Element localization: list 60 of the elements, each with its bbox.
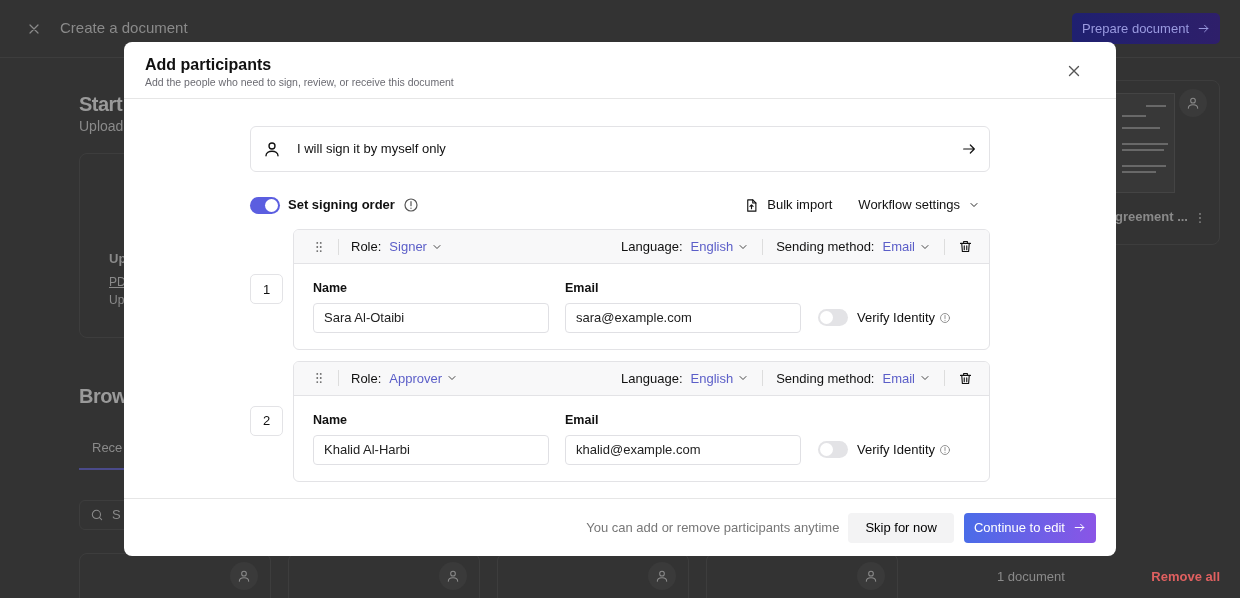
page-title: Create a document [60, 18, 188, 39]
trash-icon[interactable] [958, 370, 973, 386]
arrow-icon [961, 141, 977, 157]
language-dropdown[interactable]: English [690, 368, 750, 388]
person-icon [655, 569, 669, 583]
signing-order-label: Set signing order [288, 196, 395, 215]
info-icon [939, 443, 952, 456]
upload-note: Up [109, 291, 126, 309]
self-sign-option[interactable]: I will sign it by myself only [250, 126, 990, 172]
trash-icon[interactable] [958, 239, 973, 254]
name-field[interactable]: Khalid Al-Harbi [313, 434, 549, 465]
verify-identity-label: Verify Identity [857, 440, 936, 459]
person-icon [263, 140, 281, 158]
verify-identity-toggle[interactable] [818, 441, 848, 458]
role-dropdown[interactable]: Signer [389, 236, 443, 257]
dialog-subtitle: Add the people who need to sign, review, or receive this document [145, 75, 455, 90]
info-icon [939, 311, 952, 324]
file-upload-icon [744, 197, 760, 213]
name-label: Name [313, 280, 349, 297]
remove-all-link[interactable]: Remove all [1151, 567, 1220, 587]
name-label: Name [313, 411, 349, 429]
email-label: Email [565, 280, 600, 297]
continue-button[interactable]: Continue to edit [963, 512, 1096, 543]
arrow-icon [1197, 22, 1210, 35]
role-label: Role: [351, 369, 382, 388]
sending-method-label: Sending method: [776, 237, 875, 256]
role-dropdown[interactable]: Approver [389, 368, 459, 388]
skip-button[interactable]: Skip for now [848, 512, 954, 543]
name-field[interactable]: Sara Al-Otaibi [313, 302, 549, 333]
language-label: Language: [621, 369, 683, 388]
workflow-settings-button[interactable]: Workflow settings [858, 195, 980, 215]
email-field[interactable]: khalid@example.com [565, 434, 801, 465]
document-title: greement ... [1115, 208, 1188, 226]
dialog-title: Add participants [145, 55, 273, 75]
signing-order-toggle[interactable] [250, 196, 280, 214]
order-number: 2 [250, 406, 283, 437]
sending-method-dropdown[interactable]: Email [882, 236, 931, 257]
role-label: Role: [351, 237, 382, 256]
email-field[interactable]: sara@example.com [565, 302, 801, 333]
sending-method-dropdown[interactable]: Email [882, 368, 931, 388]
prepare-document-button[interactable]: Prepare document [1072, 12, 1220, 45]
person-icon [864, 569, 878, 583]
person-icon [1186, 96, 1200, 110]
person-icon [237, 569, 251, 583]
verify-identity-label: Verify Identity [857, 309, 936, 327]
search-icon [90, 507, 104, 522]
footer-note: You can add or remove participants anytime [586, 518, 840, 537]
verify-identity-toggle[interactable] [818, 309, 848, 327]
language-dropdown[interactable]: English [690, 236, 750, 257]
info-icon [402, 197, 419, 213]
page-subheading: Upload [79, 117, 125, 136]
bulk-import-button[interactable]: Bulk import [744, 195, 833, 215]
email-label: Email [565, 411, 600, 429]
page-heading: Start [79, 92, 124, 116]
person-icon [446, 569, 460, 583]
order-number: 1 [250, 274, 283, 305]
language-label: Language: [621, 237, 683, 256]
document-count: 1 document [997, 568, 1065, 586]
arrow-icon [1073, 521, 1086, 534]
sending-method-label: Sending method: [776, 369, 875, 388]
